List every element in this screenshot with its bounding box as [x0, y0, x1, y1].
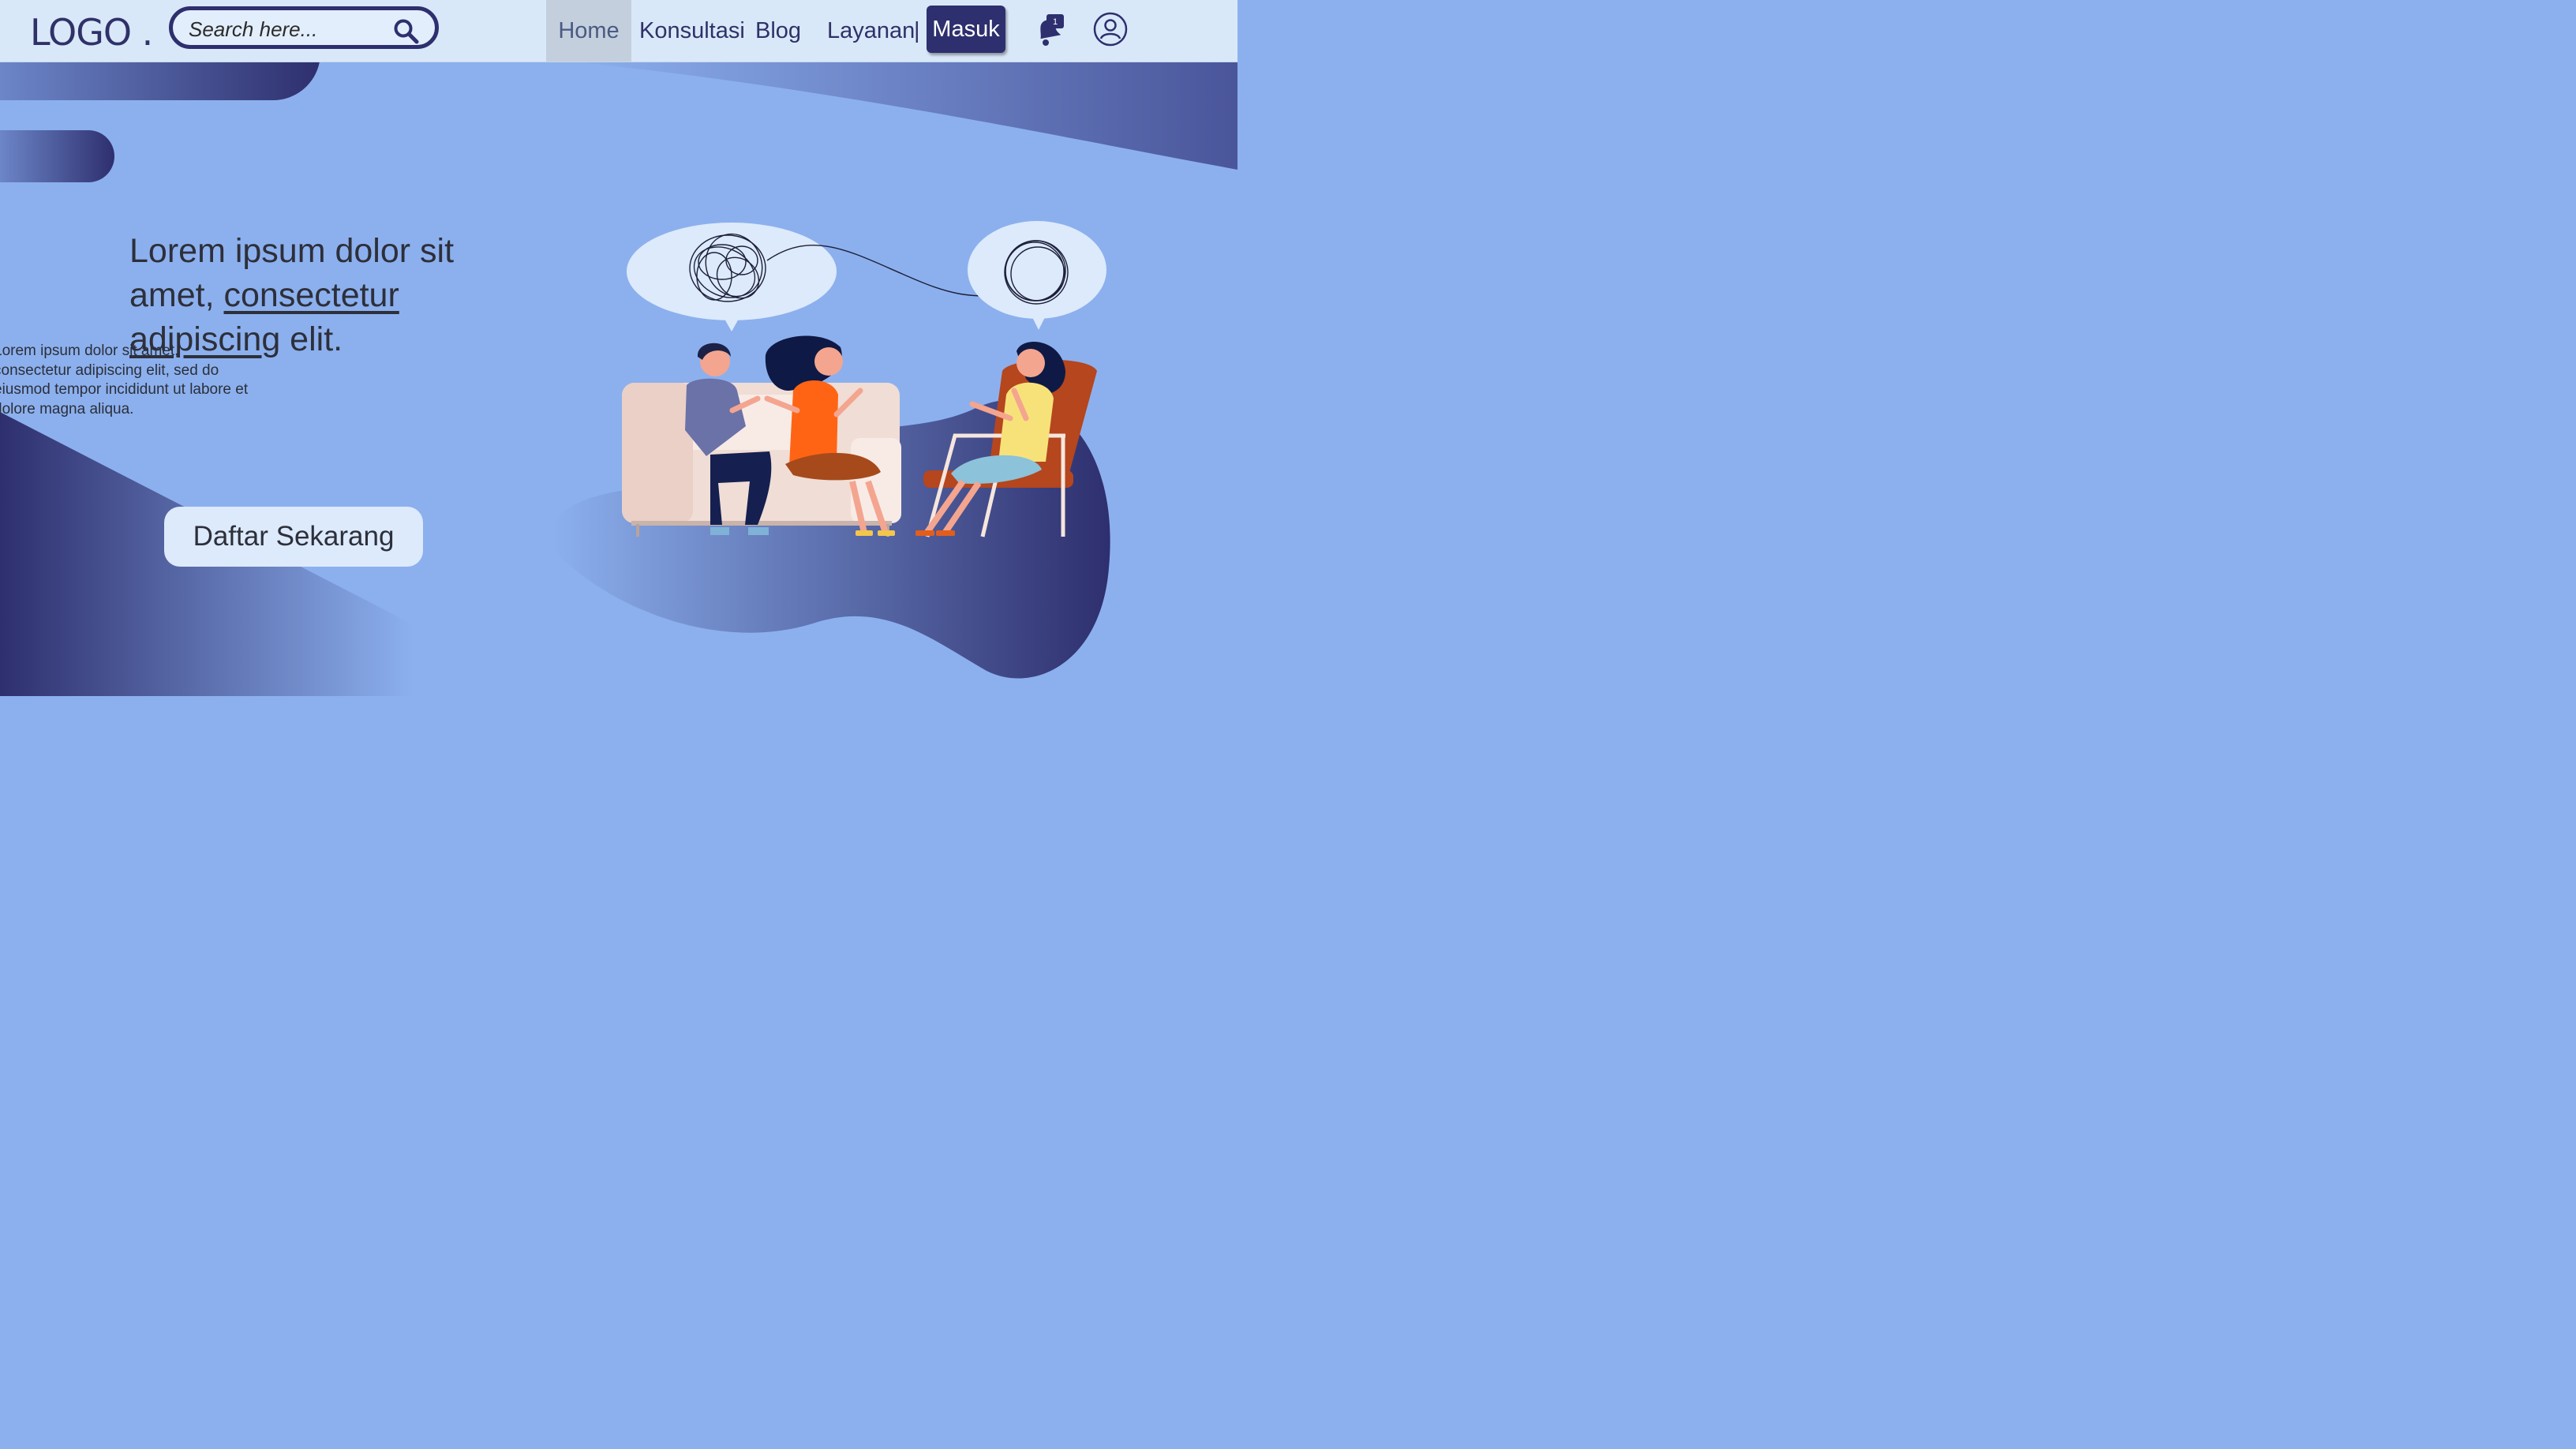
nav-blog[interactable]: Blog [755, 0, 801, 62]
hero-headline-text-2: elit. [280, 320, 343, 358]
search-icon[interactable] [392, 17, 421, 46]
thought-bubble-right [968, 221, 1106, 330]
therapy-session-illustration [622, 221, 1106, 537]
thought-bubble-left [627, 223, 1015, 331]
register-now-button[interactable]: Daftar Sekarang [164, 507, 423, 567]
nav-konsultasi[interactable]: Konsultasi [639, 0, 745, 62]
hero-paragraph: Lorem ipsum dolor sit amet, consectetur … [0, 343, 249, 417]
search-input[interactable] [187, 17, 395, 42]
notification-bell-icon[interactable]: 1 [1032, 13, 1065, 47]
nav-home[interactable]: Home [546, 0, 631, 62]
top-navbar: LOGO . Home Konsultasi Blog Layanan | Ma… [0, 0, 1237, 62]
user-profile-icon[interactable] [1093, 12, 1128, 47]
login-button[interactable]: Masuk [927, 6, 1005, 53]
decor-wave-top-right [568, 62, 1237, 170]
nav-separator: | [914, 18, 920, 43]
nav-layanan[interactable]: Layanan [827, 0, 915, 62]
logo[interactable]: LOGO . [30, 11, 153, 54]
decor-bar-middle [0, 130, 114, 182]
notification-count: 1 [1053, 17, 1058, 27]
search-bar [169, 6, 439, 49]
decor-bar-top [0, 62, 320, 101]
